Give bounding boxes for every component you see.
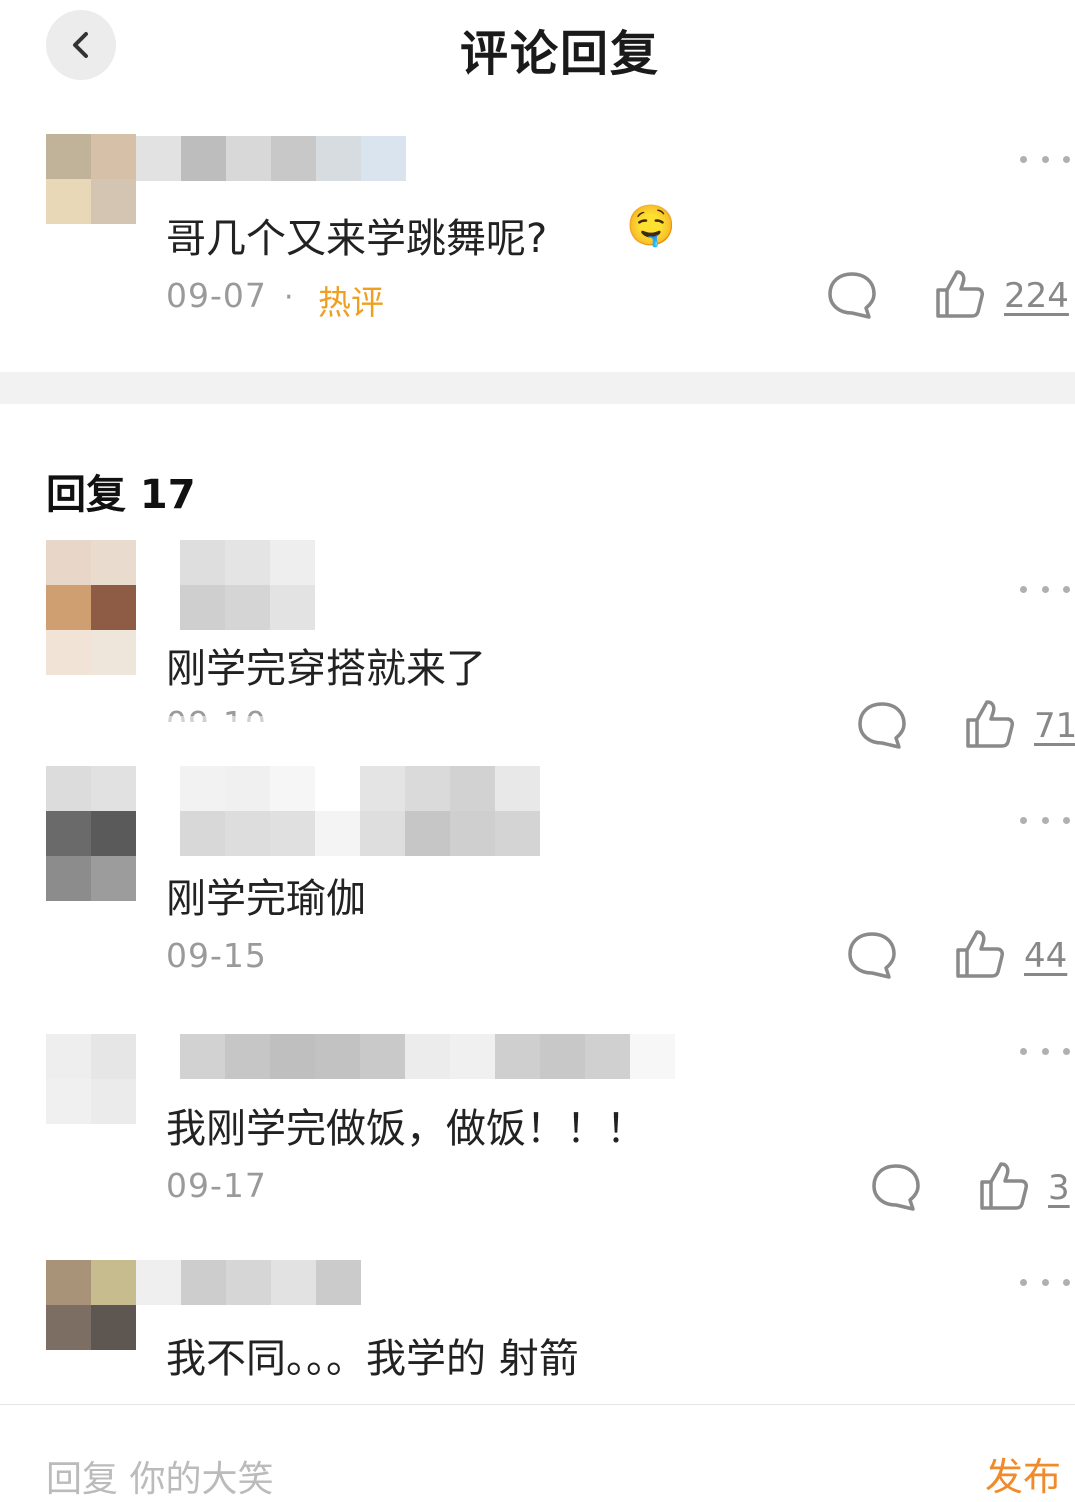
avatar[interactable] <box>46 540 136 675</box>
thumbs-up-icon[interactable] <box>954 928 1006 980</box>
hot-comment-badge: 热评 <box>318 283 384 322</box>
like-count[interactable]: 44 <box>1024 936 1067 976</box>
like-count[interactable]: 71 <box>1034 706 1075 746</box>
reply-date: 09-17 <box>166 1166 267 1205</box>
reply-date: 09-15 <box>166 936 267 975</box>
username-blurred[interactable] <box>136 136 406 181</box>
more-options-icon[interactable] <box>1020 583 1070 595</box>
reply-input[interactable]: 回复 你的大笑 <box>46 1450 273 1502</box>
avatar[interactable] <box>46 1260 136 1350</box>
comment-bubble-icon[interactable] <box>826 270 878 322</box>
reply-text: 刚学完穿搭就来了 <box>166 646 486 692</box>
page-title: 评论回复 <box>459 26 660 82</box>
avatar[interactable] <box>46 134 136 224</box>
comment-bubble-icon[interactable] <box>870 1162 922 1214</box>
thumbs-up-icon[interactable] <box>964 698 1016 750</box>
comment-bubble-icon[interactable] <box>856 700 908 752</box>
username-blurred[interactable] <box>180 540 315 630</box>
emoji-icon: 🤤 <box>626 203 676 249</box>
username-blurred[interactable] <box>180 1034 675 1079</box>
avatar[interactable] <box>46 1034 136 1124</box>
username-blurred[interactable] <box>180 766 540 856</box>
like-count[interactable]: 224 <box>1004 276 1069 316</box>
more-options-icon[interactable] <box>1020 814 1070 826</box>
more-options-icon[interactable] <box>1020 153 1070 165</box>
avatar[interactable] <box>46 766 136 901</box>
reply-text: 我刚学完做饭，做饭！！！ <box>166 1106 646 1152</box>
thumbs-up-icon[interactable] <box>978 1160 1030 1212</box>
section-divider <box>0 372 1075 404</box>
replies-heading: 回复 17 <box>46 472 196 518</box>
reply-text: 我不同。。。我学的 射箭 <box>166 1336 579 1382</box>
comment-date: 09-07 <box>166 276 267 315</box>
username-blurred[interactable] <box>136 1260 361 1305</box>
reply-text: 刚学完瑜伽 <box>166 876 366 922</box>
meta-separator: · <box>284 280 294 315</box>
more-options-icon[interactable] <box>1020 1276 1070 1288</box>
more-options-icon[interactable] <box>1020 1045 1070 1057</box>
comment-text: 哥几个又来学跳舞呢? <box>166 216 548 262</box>
comment-bubble-icon[interactable] <box>846 930 898 982</box>
thumbs-up-icon[interactable] <box>934 268 986 320</box>
like-count[interactable]: 3 <box>1048 1168 1070 1208</box>
